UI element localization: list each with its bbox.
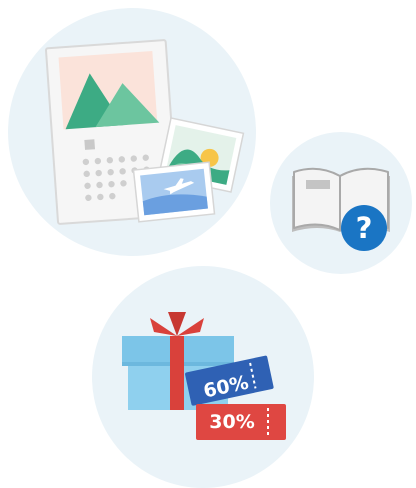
help-question-mark: ?: [355, 211, 373, 245]
coupon-30-label: 30%: [209, 411, 255, 433]
illustration-stage: ? 60% 30%: [0, 0, 416, 488]
photo-calendar-icon: [45, 39, 245, 225]
